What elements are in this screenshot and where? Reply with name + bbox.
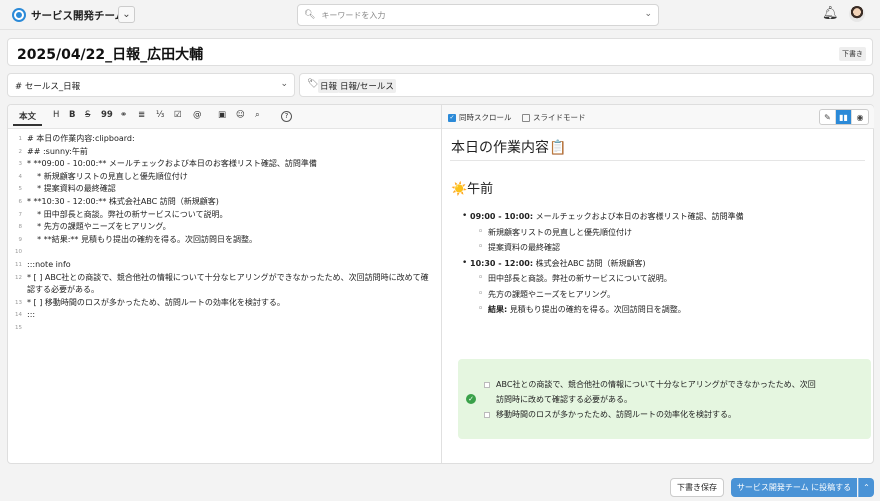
edit-mode-pencil-icon[interactable]: ✎ [820, 110, 836, 124]
tag-chip[interactable]: 日報/セールス [338, 79, 396, 93]
code-line: 13 * [ ] 移動時間のロスが多かったため、訪問ルートの効率化を検討する。 [15, 297, 285, 307]
article-title[interactable]: 2025/04/22_日報_広田大輔 [17, 44, 203, 64]
code-line: 5 * 提案資料の最終確認 [18, 184, 116, 194]
split-mode-columns-icon[interactable]: ▮▮ [836, 110, 852, 124]
editor-divider [441, 105, 442, 463]
list-item: 新規顧客リストの見直しと優先順位付け [450, 225, 866, 241]
code-line: 6 * **10:30 - 12:00:** 株式会社ABC 訪問（新規顧客) [18, 196, 219, 206]
bell-icon[interactable]: 🔔︎ [822, 6, 839, 21]
code-line: 4 * 新規顧客リストの見直しと優先順位付け [18, 171, 188, 181]
save-draft-button[interactable]: 下書き保存 [670, 478, 724, 497]
list-item: 10:30 - 12:00: 株式会社ABC 訪問（新規顧客) [450, 256, 866, 272]
tag-chip[interactable]: 日報 [318, 79, 340, 93]
preview-heading-1: 本日の作業内容📋 [451, 140, 567, 156]
editor-panel: 本文 H B S 99 ⚭ ≣ ⅓ ☑ @ ▣ ☺ ⌕ ? ✓ 同時スクロール … [7, 104, 874, 464]
sync-scroll-label: 同時スクロール [459, 113, 512, 122]
preview-list: 09:00 - 10:00: メールチェックおよび本日のお客様リスト確認、訪問準… [450, 209, 866, 318]
user-avatar[interactable] [849, 6, 865, 22]
checkbox-checked-icon: ✓ [448, 113, 456, 122]
code-line: 8 * 先方の課題やニーズをヒアリング。 [18, 222, 171, 232]
code-line: 1 # 本日の作業内容:clipboard: [18, 134, 135, 143]
list-item: 先方の課題やニーズをヒアリング。 [450, 287, 866, 303]
tags-field[interactable]: 🏷︎ 日報 日報/セールス [299, 73, 874, 97]
top-bar: サービス開発チーム ⌄ 🔍︎ ⌄ 🔔︎ [0, 0, 880, 30]
note-task-item: ABC社との商談で、競合他社の情報について十分なヒアリングができなかったため、次… [484, 379, 816, 390]
image-icon[interactable]: ▣ [218, 110, 226, 120]
channel-select[interactable]: # セールス_日報 ⌄ [7, 73, 295, 97]
quote-icon[interactable]: 99 [101, 110, 113, 120]
heading-rule [450, 160, 865, 161]
list-item: 結果: 見積もり提出の確約を得る。次回訪問日を調整。 [450, 302, 866, 318]
checkbox-unchecked-icon [522, 113, 530, 122]
slide-mode-label: スライドモード [533, 113, 586, 122]
preview-toolbar: ✓ 同時スクロール スライドモード ✎ ▮▮ ◉ [442, 105, 874, 129]
markdown-editor[interactable]: 1 # 本日の作業内容:clipboard: 2 ## :sunny:午前 3 * *… [8, 133, 441, 334]
post-button[interactable]: サービス開発チーム に投稿する [731, 478, 857, 497]
code-line: 14::: [15, 310, 36, 320]
task-checkbox[interactable] [484, 411, 490, 418]
search-input[interactable] [321, 10, 642, 20]
tab-body[interactable]: 本文 [13, 108, 43, 126]
slide-mode-checkbox[interactable]: スライドモード [522, 112, 586, 123]
search-bar[interactable]: 🔍︎ ⌄ [297, 4, 659, 26]
code-line: 11:::note info [15, 259, 71, 269]
note-task-continuation: 訪問時に改めて確認する必要がある。 [496, 395, 632, 404]
list-item: 09:00 - 10:00: メールチェックおよび本日のお客様リスト確認、訪問準… [450, 209, 866, 225]
team-name[interactable]: サービス開発チーム [31, 8, 125, 23]
numbered-list-icon[interactable]: ⅓ [156, 110, 164, 120]
note-info-box: ✓ ABC社との商談で、競合他社の情報について十分なヒアリングができなかったため… [458, 359, 871, 439]
heading-icon[interactable]: H [53, 110, 59, 120]
bullet-list-icon[interactable]: ≣ [138, 110, 145, 120]
mention-icon[interactable]: @ [193, 110, 202, 120]
markdown-toolbar: 本文 H B S 99 ⚭ ≣ ⅓ ☑ @ ▣ ☺ ⌕ ? [8, 105, 441, 129]
post-options-chevron-icon[interactable]: ⌃ [858, 478, 874, 497]
view-mode-toggle: ✎ ▮▮ ◉ [819, 109, 869, 125]
find-icon[interactable]: ⌕ [255, 110, 260, 120]
search-options-chevron-icon[interactable]: ⌄ [644, 9, 652, 19]
preview-mode-eye-icon[interactable]: ◉ [852, 110, 868, 124]
emoji-icon[interactable]: ☺ [236, 110, 245, 120]
preview-heading-2: ☀️午前 [451, 182, 494, 197]
team-dropdown-button[interactable]: ⌄ [118, 6, 135, 23]
help-icon[interactable]: ? [281, 111, 292, 122]
check-circle-icon: ✓ [466, 394, 476, 404]
list-item: 提案資料の最終確認 [450, 240, 866, 256]
bold-icon[interactable]: B [69, 110, 75, 120]
draft-badge: 下書き [839, 47, 866, 61]
code-line: 9 * **結果:** 見積もり提出の確約を得る。次回訪問日を調整。 [18, 234, 257, 244]
note-task-item: 移動時間のロスが多かったため、訪問ルートの効率化を検討する。 [484, 409, 736, 420]
code-line: 10 [15, 249, 22, 256]
code-line: 2 ## :sunny:午前 [18, 146, 88, 156]
checklist-icon[interactable]: ☑ [174, 110, 182, 120]
link-icon[interactable]: ⚭ [120, 110, 127, 120]
tag-icon: 🏷︎ [307, 79, 319, 89]
code-line: 15 [15, 324, 22, 331]
task-checkbox[interactable] [484, 381, 490, 388]
search-icon: 🔍︎ [304, 10, 316, 20]
sync-scroll-checkbox[interactable]: ✓ 同時スクロール [448, 112, 512, 123]
chevron-down-icon: ⌄ [280, 79, 288, 89]
code-line: 3 * **09:00 - 10:00:** メールチェックおよび本日のお客様リス… [18, 159, 317, 169]
title-field[interactable]: 2025/04/22_日報_広田大輔 下書き [7, 38, 873, 66]
channel-value: # セールス_日報 [15, 82, 81, 92]
team-logo-icon [12, 8, 26, 22]
code-line: 7 * 田中部長と商談。弊社の新サービスについて説明。 [18, 209, 228, 219]
list-item: 田中部長と商談。弊社の新サービスについて説明。 [450, 271, 866, 287]
code-line: 12 * [ ] ABC社との商談で、競合他社の情報について十分なヒアリングができ… [15, 272, 429, 295]
chevron-down-icon: ⌄ [122, 9, 131, 20]
strikethrough-icon[interactable]: S [85, 110, 90, 120]
